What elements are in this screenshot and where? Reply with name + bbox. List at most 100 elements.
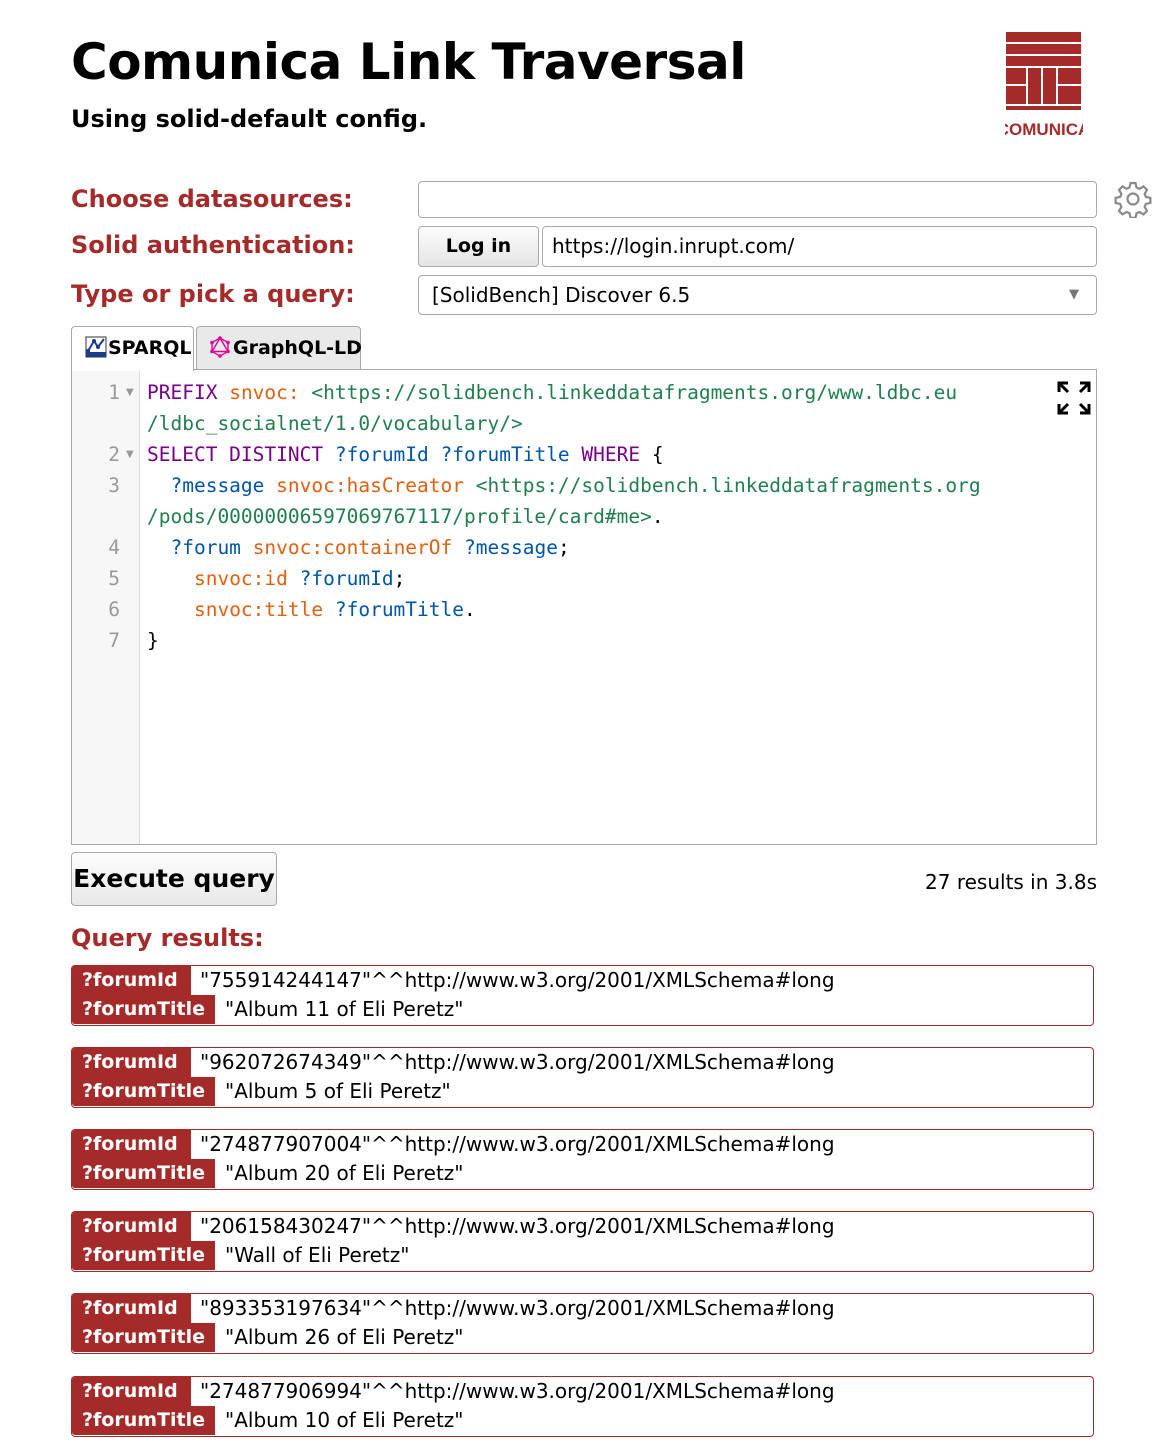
code-token: /pods/00000006597069767117/profile/card#… — [147, 505, 652, 528]
code-token: { — [640, 443, 664, 466]
fold-toggle-icon[interactable]: ▼ — [126, 439, 134, 470]
result-value-forumid: "274877907004"^^http://www.w3.org/2001/X… — [200, 1132, 835, 1156]
sparql-icon — [85, 336, 107, 358]
result-key-forumid: ?forumId — [72, 1294, 191, 1323]
code-token: snvoc:title — [193, 598, 324, 621]
result-key-forumid: ?forumId — [72, 966, 191, 995]
code-token: WHERE — [581, 443, 641, 466]
result-value-forumid: "206158430247"^^http://www.w3.org/2001/X… — [200, 1214, 835, 1238]
result-row: ?forumId "274877906994"^^http://www.w3.or… — [71, 1376, 1094, 1437]
result-value-forumtitle: "Album 5 of Eli Peretz" — [225, 1079, 451, 1103]
result-row: ?forumId "962072674349"^^http://www.w3.or… — [71, 1047, 1094, 1108]
code-token: ?message — [464, 536, 558, 559]
tab-sparql[interactable]: SPARQL — [71, 326, 194, 371]
settings-gear-icon[interactable] — [1114, 180, 1152, 218]
code-line: ?forum snvoc:containerOf ?message; — [147, 532, 570, 563]
config-subtitle: Using solid-default config. — [71, 105, 428, 133]
result-value-forumtitle: "Album 11 of Eli Peretz" — [225, 997, 464, 1021]
dropdown-arrow-icon: ▼ — [1069, 287, 1079, 302]
comunica-logo: COMUNICA — [1005, 32, 1083, 139]
code-token: ?forumTitle — [334, 598, 464, 621]
line-number: 7 — [108, 629, 120, 652]
code-token: ?forumId — [299, 567, 394, 590]
code-token: ?message — [170, 474, 265, 497]
code-token: ?forum — [170, 536, 241, 559]
login-button[interactable]: Log in — [418, 226, 539, 267]
result-key-forumtitle: ?forumTitle — [72, 1323, 215, 1352]
code-token: ; — [393, 567, 406, 590]
page-title: Comunica Link Traversal — [71, 33, 746, 91]
code-line: } — [147, 625, 159, 656]
query-editor[interactable]: 1 ▼ PREFIX snvoc: <https://solidbench.link… — [71, 369, 1097, 845]
result-value-forumtitle: "Album 20 of Eli Peretz" — [225, 1161, 464, 1185]
line-number: 4 — [108, 536, 120, 559]
result-key-forumtitle: ?forumTitle — [72, 1406, 215, 1435]
code-token: ; — [557, 536, 570, 559]
code-token: snvoc:containerOf — [252, 536, 453, 559]
code-token: PREFIX — [147, 381, 218, 404]
code-token: . — [651, 505, 664, 528]
result-value-forumtitle: "Album 10 of Eli Peretz" — [225, 1408, 464, 1432]
code-token: } — [147, 629, 159, 652]
result-row: ?forumId "893353197634"^^http://www.w3.or… — [71, 1293, 1094, 1354]
code-token: ?forumTitle — [440, 443, 570, 466]
graphql-icon — [210, 336, 230, 358]
datasources-label: Choose datasources: — [71, 185, 353, 213]
datasources-input[interactable] — [418, 181, 1097, 218]
code-line: /ldbc_socialnet/1.0/vocabulary/> — [147, 408, 523, 439]
tab-graphql-label: GraphQL-LD — [233, 337, 362, 359]
line-number: 3 — [108, 474, 120, 497]
result-value-forumtitle: "Album 26 of Eli Peretz" — [225, 1325, 464, 1349]
result-key-forumid: ?forumId — [72, 1130, 191, 1159]
result-value-forumid: "274877906994"^^http://www.w3.org/2001/X… — [200, 1379, 835, 1403]
line-number: 2 — [108, 443, 120, 466]
result-key-forumtitle: ?forumTitle — [72, 1159, 215, 1188]
code-line: PREFIX snvoc: <https://solidbench.linked… — [147, 377, 957, 408]
query-select[interactable]: [SolidBench] Discover 6.5 — [418, 275, 1097, 315]
solid-auth-label: Solid authentication: — [71, 231, 355, 259]
result-value-forumtitle: "Wall of Eli Peretz" — [225, 1243, 410, 1267]
code-line: snvoc:id ?forumId; — [147, 563, 405, 594]
result-value-forumid: "755914244147"^^http://www.w3.org/2001/X… — [200, 968, 835, 992]
execute-query-button[interactable]: Execute query — [71, 852, 277, 906]
result-key-forumid: ?forumId — [72, 1048, 191, 1077]
result-row: ?forumId "755914244147"^^http://www.w3.or… — [71, 965, 1094, 1026]
result-row: ?forumId "206158430247"^^http://www.w3.or… — [71, 1211, 1094, 1272]
result-key-forumid: ?forumId — [72, 1212, 191, 1241]
line-number: 1 — [108, 381, 120, 404]
code-token: SELECT DISTINCT — [147, 443, 324, 466]
tab-sparql-label: SPARQL — [108, 337, 192, 359]
logo-text: COMUNICA — [1005, 120, 1083, 139]
query-results-heading: Query results: — [71, 924, 264, 952]
identity-provider-input[interactable]: https://login.inrupt.com/ — [542, 226, 1097, 267]
code-line: SELECT DISTINCT ?forumId ?forumTitle WHE… — [147, 439, 664, 470]
code-token: . — [464, 598, 476, 621]
fold-toggle-icon[interactable]: ▼ — [126, 377, 134, 408]
code-token: <https://solidbench.linkeddatafragments.… — [311, 381, 958, 404]
result-key-forumtitle: ?forumTitle — [72, 995, 215, 1024]
tab-graphql-ld[interactable]: GraphQL-LD — [196, 326, 362, 369]
code-token: ?forumId — [334, 443, 429, 466]
code-line: ?message snvoc:hasCreator <https://solid… — [147, 470, 981, 501]
code-line: snvoc:title ?forumTitle. — [147, 594, 476, 625]
code-token: snvoc:id — [193, 567, 288, 590]
result-key-forumid: ?forumId — [72, 1377, 191, 1406]
result-row: ?forumId "274877907004"^^http://www.w3.or… — [71, 1129, 1094, 1190]
code-token: snvoc:hasCreator — [276, 474, 464, 497]
code-token: snvoc: — [229, 381, 300, 404]
line-number: 6 — [108, 598, 120, 621]
result-value-forumid: "893353197634"^^http://www.w3.org/2001/X… — [200, 1296, 835, 1320]
code-token: <https://solidbench.linkeddatafragments.… — [475, 474, 981, 497]
fullscreen-expand-icon[interactable] — [1056, 380, 1092, 416]
result-key-forumtitle: ?forumTitle — [72, 1241, 215, 1270]
